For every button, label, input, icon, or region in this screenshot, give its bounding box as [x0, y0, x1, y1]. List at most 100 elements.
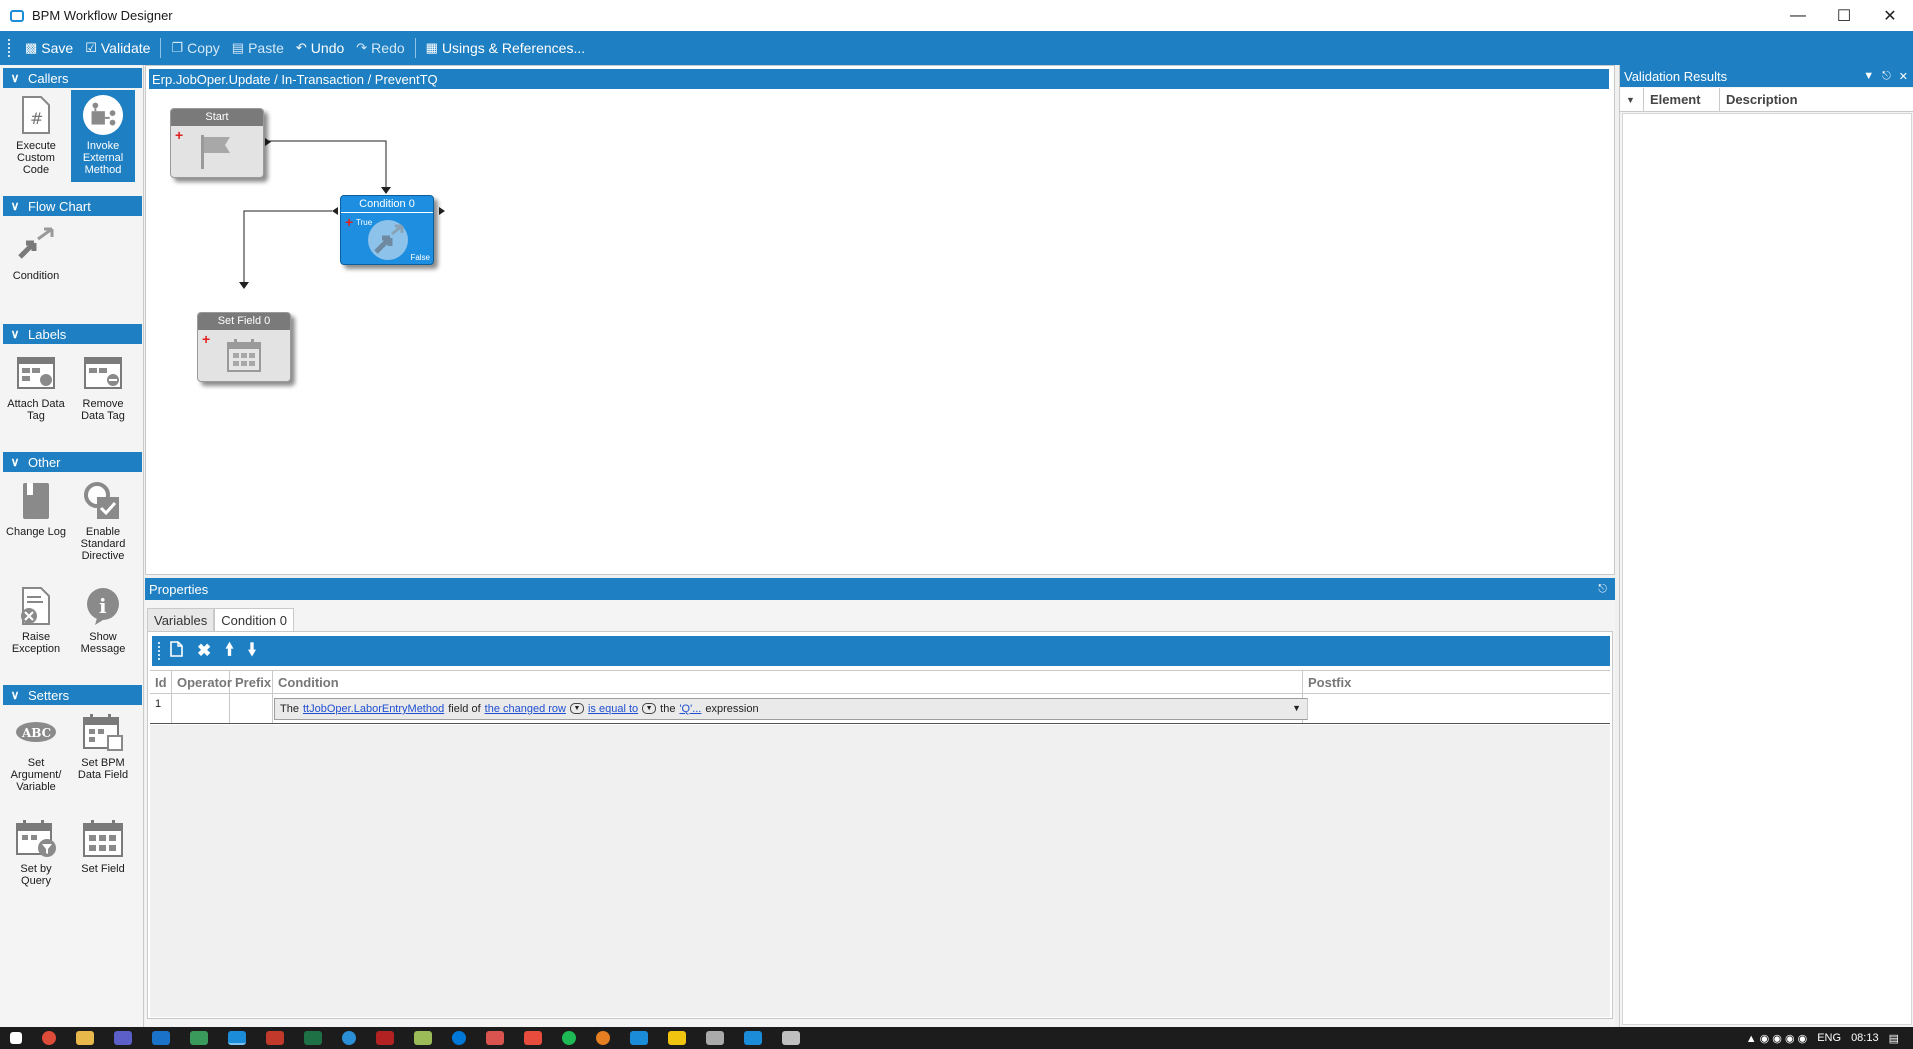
minimize-button[interactable]: —	[1775, 0, 1821, 31]
outlook-icon[interactable]	[152, 1031, 170, 1045]
tool-set-by-query[interactable]: Set by Query	[4, 813, 68, 897]
tool-set-argument-variable[interactable]: ABC Set Argument/ Variable	[4, 707, 68, 805]
node-condition[interactable]: Condition 0 + True False	[340, 195, 434, 265]
section-callers[interactable]: ∨ Callers	[3, 68, 142, 88]
column-id[interactable]: Id	[150, 671, 172, 693]
move-up-icon[interactable]: 🠙	[225, 637, 234, 666]
tool-attach-data-tag[interactable]: Attach Data Tag	[4, 348, 68, 428]
tool-invoke-external-method[interactable]: Invoke External Method	[71, 90, 135, 182]
expand-plus-icon[interactable]: +	[175, 128, 183, 142]
connector-lines	[239, 138, 445, 289]
node-set-field[interactable]: Set Field 0 +	[197, 312, 291, 382]
app-icon[interactable]	[524, 1031, 542, 1045]
chrome-icon[interactable]	[42, 1031, 56, 1045]
app-icon[interactable]	[190, 1031, 208, 1045]
excel-icon[interactable]	[304, 1031, 322, 1045]
condition-expression-box[interactable]: The ttJobOper.LaborEntryMethod field of …	[274, 698, 1308, 720]
undo-button[interactable]: ↶ Undo	[290, 35, 350, 61]
app-icon[interactable]	[782, 1031, 800, 1045]
tab-variables[interactable]: Variables	[147, 608, 215, 632]
notification-icon[interactable]: ▤	[1889, 1032, 1899, 1045]
tool-show-message[interactable]: i Show Message	[71, 581, 135, 665]
pin-icon[interactable]: ⎋	[1598, 583, 1615, 596]
tab-condition-0[interactable]: Condition 0	[214, 608, 295, 632]
operator-dropdown-icon[interactable]: ▼	[642, 703, 657, 714]
language-indicator[interactable]: ENG	[1817, 1032, 1841, 1044]
copy-button[interactable]: ❐ Copy	[165, 35, 225, 61]
app-icon[interactable]	[414, 1031, 432, 1045]
tool-execute-custom-code[interactable]: # Execute Custom Code	[4, 90, 68, 182]
field-link[interactable]: ttJobOper.LaborEntryMethod	[303, 703, 444, 715]
teams-icon[interactable]	[114, 1031, 132, 1045]
tool-raise-exception[interactable]: Raise Exception	[4, 581, 68, 665]
column-element[interactable]: Element	[1644, 88, 1720, 111]
spotify-icon[interactable]	[562, 1031, 576, 1045]
app-icon[interactable]	[668, 1031, 686, 1045]
chevron-down-icon[interactable]: ▼	[1292, 703, 1301, 713]
new-row-icon[interactable]	[169, 640, 183, 662]
attach-tag-icon	[15, 352, 57, 394]
move-down-icon[interactable]: 🠛	[248, 637, 257, 666]
app-icon[interactable]	[376, 1031, 394, 1045]
app-icon[interactable]	[596, 1031, 610, 1045]
tool-set-field[interactable]: Set Field	[71, 813, 135, 897]
tool-change-log[interactable]: Change Log	[4, 476, 68, 568]
dropdown-arrow-icon[interactable]: ▼	[1863, 70, 1874, 83]
table-row[interactable]: 1 The ttJobOper.LaborEntryMethod field o…	[150, 694, 1610, 724]
toolbar-grip[interactable]	[8, 39, 11, 57]
close-button[interactable]: ✕	[1867, 0, 1913, 31]
usings-references-button[interactable]: ▦ Usings & References...	[420, 35, 591, 61]
edge-icon[interactable]	[452, 1031, 466, 1045]
clock[interactable]: 08:13	[1851, 1032, 1879, 1044]
validate-button[interactable]: ☑ Validate	[79, 35, 156, 61]
section-labels[interactable]: ∨ Labels	[3, 324, 142, 344]
expand-plus-icon[interactable]: +	[345, 215, 353, 229]
workflow-canvas[interactable]: Erp.JobOper.Update / In-Transaction / Pr…	[145, 65, 1615, 575]
section-setters[interactable]: ∨ Setters	[3, 685, 142, 705]
pin-icon[interactable]: ⎋	[1882, 70, 1891, 83]
redo-button[interactable]: ↷ Redo	[350, 35, 410, 61]
column-prefix[interactable]: Prefix	[230, 671, 273, 693]
maximize-button[interactable]: ☐	[1821, 0, 1867, 31]
browser-icon[interactable]	[342, 1031, 356, 1045]
epicor-icon[interactable]	[228, 1031, 246, 1045]
operator-link[interactable]: is equal to	[588, 703, 638, 715]
toolbar-grip[interactable]	[158, 642, 161, 660]
tool-condition[interactable]: Condition	[4, 220, 68, 290]
row-source-dropdown-icon[interactable]: ▼	[569, 703, 584, 714]
column-condition[interactable]: Condition	[273, 671, 1303, 693]
value-link[interactable]: 'Q'...	[679, 703, 701, 715]
row-operator[interactable]	[172, 694, 230, 723]
section-flow-chart[interactable]: ∨ Flow Chart	[3, 196, 142, 216]
properties-header: Properties ⎋	[145, 578, 1615, 600]
start-icon[interactable]	[10, 1032, 22, 1044]
tool-enable-standard-directive[interactable]: Enable Standard Directive	[71, 476, 135, 576]
app-icon[interactable]	[486, 1031, 504, 1045]
undo-icon: ↶	[295, 40, 307, 55]
column-postfix[interactable]: Postfix	[1303, 671, 1610, 693]
tool-remove-data-tag[interactable]: Remove Data Tag	[71, 348, 135, 428]
row-prefix[interactable]	[230, 694, 273, 723]
close-icon[interactable]: ✕	[1899, 70, 1908, 83]
folder-icon[interactable]	[76, 1031, 94, 1045]
filter-arrow-icon[interactable]: ▼	[1620, 88, 1644, 111]
save-button[interactable]: ▩ Save	[19, 35, 79, 61]
tray-icons[interactable]: ▲ ◉ ◉ ◉ ◉	[1746, 1032, 1808, 1045]
column-operator[interactable]: Operator	[172, 671, 232, 693]
row-postfix[interactable]	[1303, 694, 1610, 723]
paste-button[interactable]: ▤ Paste	[226, 35, 290, 61]
section-other[interactable]: ∨ Other	[3, 452, 142, 472]
calendar-box-icon	[82, 711, 124, 753]
column-description[interactable]: Description	[1720, 88, 1913, 111]
delete-row-icon[interactable]: ✖	[197, 641, 211, 661]
condition-arrows-icon	[366, 218, 410, 265]
powerpoint-icon[interactable]	[266, 1031, 284, 1045]
app-icon[interactable]	[630, 1031, 648, 1045]
row-source-link[interactable]: the changed row	[485, 703, 566, 715]
app-icon[interactable]	[706, 1031, 724, 1045]
tool-set-bpm-data-field[interactable]: Set BPM Data Field	[71, 707, 135, 805]
node-start[interactable]: Start +	[170, 108, 264, 178]
checkbox-icon: ☑	[85, 40, 97, 55]
expand-plus-icon[interactable]: +	[202, 332, 210, 346]
app-icon[interactable]	[744, 1031, 762, 1045]
